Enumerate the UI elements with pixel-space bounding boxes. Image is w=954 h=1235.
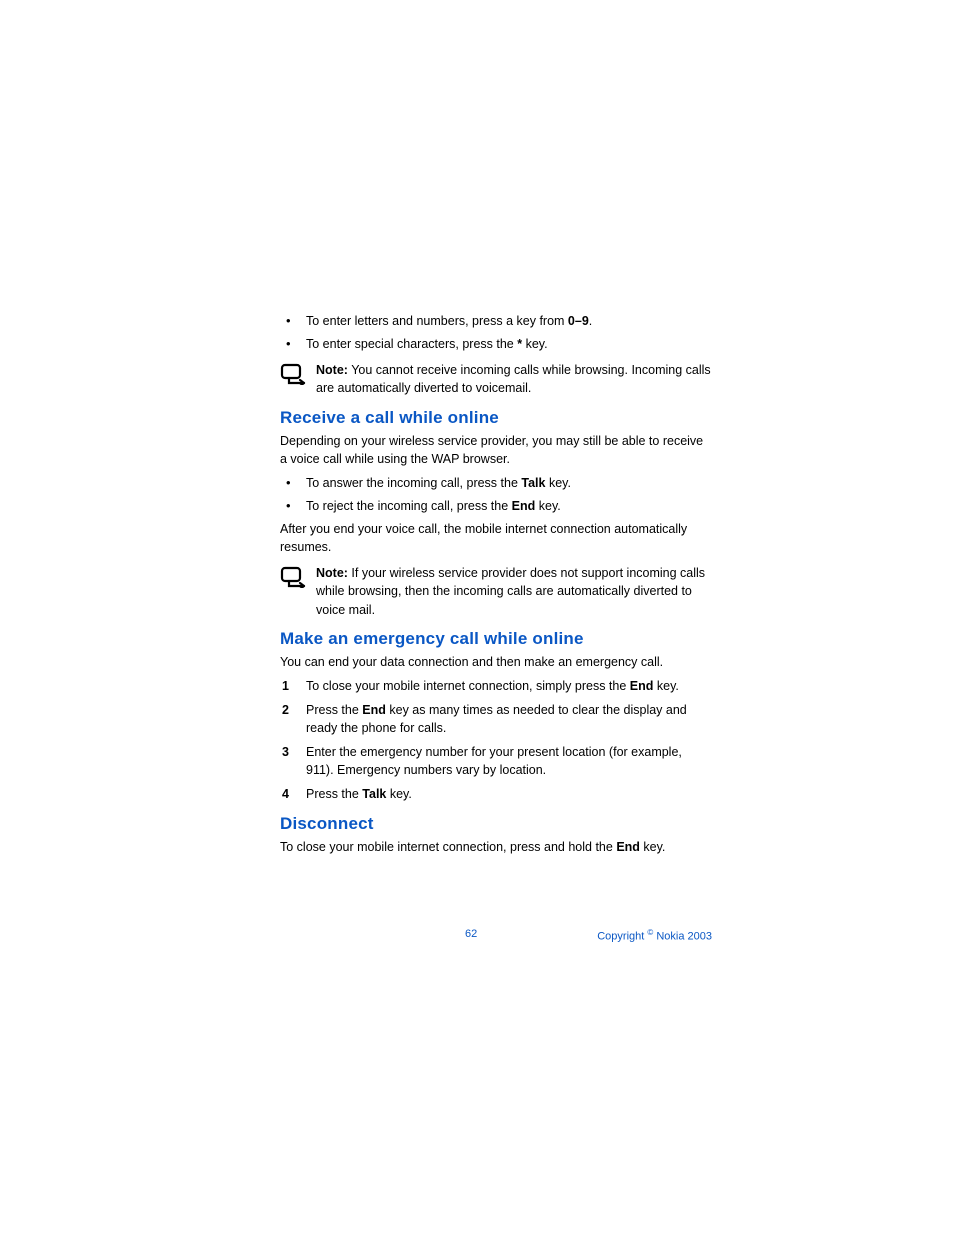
list-item: To answer the incoming call, press the T…: [280, 474, 712, 492]
list-item: To reject the incoming call, press the E…: [280, 497, 712, 515]
text: Copyright: [597, 931, 647, 943]
note-text: Note: You cannot receive incoming calls …: [316, 361, 712, 397]
note-block: Note: If your wireless service provider …: [280, 564, 712, 618]
paragraph: To close your mobile internet connection…: [280, 838, 712, 856]
text: key.: [640, 840, 665, 854]
text: To enter letters and numbers, press a ke…: [306, 314, 568, 328]
page-number: 62: [465, 928, 477, 940]
list-item: To close your mobile internet connection…: [280, 677, 712, 695]
text: key.: [386, 787, 411, 801]
text: Press the: [306, 703, 362, 717]
note-icon: [280, 566, 308, 593]
text-bold: End: [512, 499, 536, 513]
copyright: Copyright © Nokia 2003: [597, 928, 712, 943]
heading-disconnect: Disconnect: [280, 814, 712, 834]
text-bold: End: [616, 840, 640, 854]
text: To enter special characters, press the: [306, 337, 517, 351]
text: If your wireless service provider does n…: [316, 566, 705, 616]
text: Enter the emergency number for your pres…: [306, 745, 682, 777]
page-content: To enter letters and numbers, press a ke…: [280, 312, 712, 862]
receive-bullet-list: To answer the incoming call, press the T…: [280, 474, 712, 515]
text-bold: End: [362, 703, 386, 717]
list-item: Press the End key as many times as neede…: [280, 701, 712, 737]
intro-bullet-list: To enter letters and numbers, press a ke…: [280, 312, 712, 353]
note-label: Note:: [316, 566, 348, 580]
text: key.: [535, 499, 560, 513]
text: You cannot receive incoming calls while …: [316, 363, 711, 395]
list-item: Enter the emergency number for your pres…: [280, 743, 712, 779]
emergency-steps: To close your mobile internet connection…: [280, 677, 712, 804]
text: To close your mobile internet connection…: [280, 840, 616, 854]
text: key.: [545, 476, 570, 490]
list-item: To enter letters and numbers, press a ke…: [280, 312, 712, 330]
note-label: Note:: [316, 363, 348, 377]
text-bold: End: [630, 679, 654, 693]
paragraph: You can end your data connection and the…: [280, 653, 712, 671]
text: .: [589, 314, 592, 328]
note-block: Note: You cannot receive incoming calls …: [280, 361, 712, 397]
text: To answer the incoming call, press the: [306, 476, 521, 490]
text: Press the: [306, 787, 362, 801]
note-icon: [280, 363, 308, 390]
text: To reject the incoming call, press the: [306, 499, 512, 513]
text-bold: Talk: [362, 787, 386, 801]
text: key.: [522, 337, 547, 351]
paragraph: After you end your voice call, the mobil…: [280, 520, 712, 556]
text: key.: [653, 679, 678, 693]
text-bold: Talk: [521, 476, 545, 490]
text: To close your mobile internet connection…: [306, 679, 630, 693]
note-text: Note: If your wireless service provider …: [316, 564, 712, 618]
list-item: Press the Talk key.: [280, 785, 712, 803]
paragraph: Depending on your wireless service provi…: [280, 432, 712, 468]
text: Nokia 2003: [653, 931, 712, 943]
text-bold: 0–9: [568, 314, 589, 328]
heading-receive: Receive a call while online: [280, 408, 712, 428]
heading-emergency: Make an emergency call while online: [280, 629, 712, 649]
list-item: To enter special characters, press the *…: [280, 335, 712, 353]
